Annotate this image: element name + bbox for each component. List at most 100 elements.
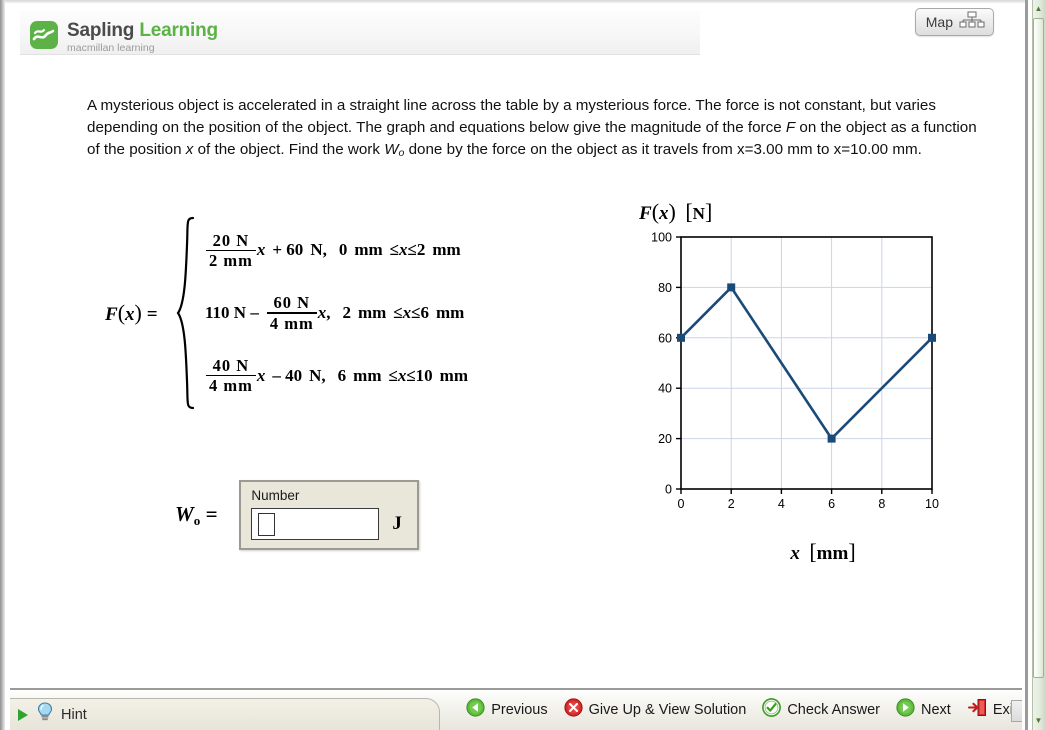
case-2-variable: x [317,303,327,322]
problem-line-4: by the force on the object as it travels… [446,141,922,158]
fraction-3-denominator: 4 mm [209,376,253,396]
answer-equals: = [205,501,218,526]
chart-x-tick-label: 2 [728,497,735,511]
chart-y-tick-label: 0 [665,483,672,497]
symbol-force: F [785,119,796,136]
brand-subtitle: macmillan learning [67,42,155,54]
chart-svg: 0 20 40 60 80 100 0 2 4 6 8 10 [651,231,939,512]
answer-symbol: W [175,501,194,526]
eq-x: x [125,304,135,325]
sapling-leaf-icon [30,21,58,49]
check-answer-button[interactable]: Check Answer [762,698,880,722]
fraction-3-numerator: 40 N [212,355,250,375]
case-3-le-1: ≤ [388,365,398,385]
problem-line-3a: magnitude of the force [630,119,786,136]
fraction-3: 40 N 4 mm [206,355,256,396]
case-1-domain-var: x [399,240,408,260]
map-button-label: Map [925,14,953,30]
brand-first: Sapling [67,20,135,41]
case-2-domain-high: 6 [420,303,429,322]
give-up-label: Give Up & View Solution [588,702,747,718]
answer-entry-area: Wo = Number J [175,480,420,550]
answer-unit-label: J [392,513,402,534]
equation-case-1: 20 N 2 mm x + 60 N, 0 mm ≤ x ≤2 mm [205,231,468,271]
brand-title: Sapling Learning [67,21,218,41]
fraction-1-denominator: 2 mm [209,251,253,271]
problem-line-1: A mysterious object is accelerated in a … [87,97,801,114]
fraction-2-numerator: 60 N [273,293,311,313]
chart-plot-holder: 0 20 40 60 80 100 0 2 4 6 8 10 [633,229,953,529]
x-axis-unit: mm [816,543,849,564]
case-3-variable: x [256,365,266,385]
eq-close-paren: ) [134,300,142,325]
answer-label: Wo = [175,502,217,529]
case-3-unit: N, [309,365,326,385]
scrollbar-thumb[interactable] [1033,18,1044,678]
green-check-circle-icon [762,698,782,722]
case-3-tail: – 40 [272,365,303,385]
hint-label: Hint [61,706,87,723]
case-3-domain-low-unit: mm [353,365,382,385]
eq-equals: = [146,304,158,325]
answer-panel: Number J [239,480,420,550]
site-map-icon [959,11,985,34]
lightbulb-icon [36,702,54,727]
y-axis-variable: x [659,203,669,224]
map-button[interactable]: Map [914,8,994,36]
case-1-le-2: ≤ [407,240,417,260]
check-answer-label: Check Answer [787,702,880,718]
resize-nub [1011,700,1022,722]
chart-x-tick-label: 6 [828,497,835,511]
case-3-le-2: ≤ [406,365,416,385]
case-2-le-1: ≤ [393,303,403,322]
chart-x-tick-label: 8 [878,497,885,511]
case-2-domain-high-unit: mm [435,303,465,322]
answer-panel-title: Number [251,488,300,503]
scroll-up-icon[interactable]: ▲ [1033,3,1044,15]
chart-y-tick-label: 40 [658,382,672,396]
forward-arrow-circle-icon [896,698,915,722]
brand-logo: Sapling Learning macmillan learning [30,21,218,55]
equation-row: F(x) = 20 N 2 mm x + 60 N, 0 mm ≤ x ≤ 2 … [105,215,605,411]
brand-second: Learning [139,20,218,41]
previous-button[interactable]: Previous [466,698,548,722]
text-caret [258,512,276,536]
eq-f: F [105,304,118,325]
chart-data-point [827,434,836,443]
case-2-tail: , [326,303,331,322]
next-button[interactable]: Next [896,698,951,722]
scroll-down-icon[interactable]: ▼ [1033,715,1044,727]
equation-case-3: 40 N 4 mm x – 40 N, 6 mm ≤ x ≤10 mm [205,355,468,396]
y-axis-symbol: F [639,203,652,224]
chart-data-point [727,283,736,292]
right-rail: ▲ ▼ [1025,0,1045,730]
red-x-circle-icon [564,698,583,722]
chart-x-tick-label: 0 [678,497,685,511]
case-3-domain-high-unit: mm [439,365,468,385]
case-1-tail: + 60 [272,240,304,260]
hint-button[interactable]: Hint [10,698,440,730]
case-2-le-2: ≤ [411,303,421,322]
exit-button[interactable]: Exit [967,698,1017,722]
chart-x-tick-label: 4 [778,497,785,511]
chart-data-point [677,333,685,342]
equation-case-2: 110 N – 60 N 4 mm x, 2 mm ≤ x ≤6 mm [205,293,468,333]
brand-text: Sapling Learning macmillan learning [67,21,218,55]
answer-input[interactable] [251,508,380,540]
chart-x-axis-label: x [mm] [790,539,856,564]
eq-open-paren: ( [117,300,126,325]
give-up-button[interactable]: Give Up & View Solution [564,698,747,722]
case-1-domain-high: 2 [416,240,426,260]
force-position-chart: F(x) [N] 0 20 40 60 80 100 0 2 4 6 8 10 x [mm] [633,199,953,565]
problem-line-3e: of the object. Find the work [193,141,385,158]
exit-door-icon [967,698,987,722]
case-2-lead: 110 N – [205,303,259,322]
vertical-scrollbar[interactable]: ▲ ▼ [1032,0,1045,730]
chart-plot-background [681,237,932,489]
problem-statement: A mysterious object is accelerated in a … [87,95,992,164]
chart-y-tick-label: 80 [658,281,672,295]
equation-cases: 20 N 2 mm x + 60 N, 0 mm ≤ x ≤2 mm 110 N – 60 N [197,231,468,396]
piecewise-equation: F(x) = 20 N 2 mm x + 60 N, 0 mm ≤ x ≤ 2 … [105,215,605,411]
back-arrow-circle-icon [466,698,485,722]
case-2-domain-low: 2 [342,303,351,322]
